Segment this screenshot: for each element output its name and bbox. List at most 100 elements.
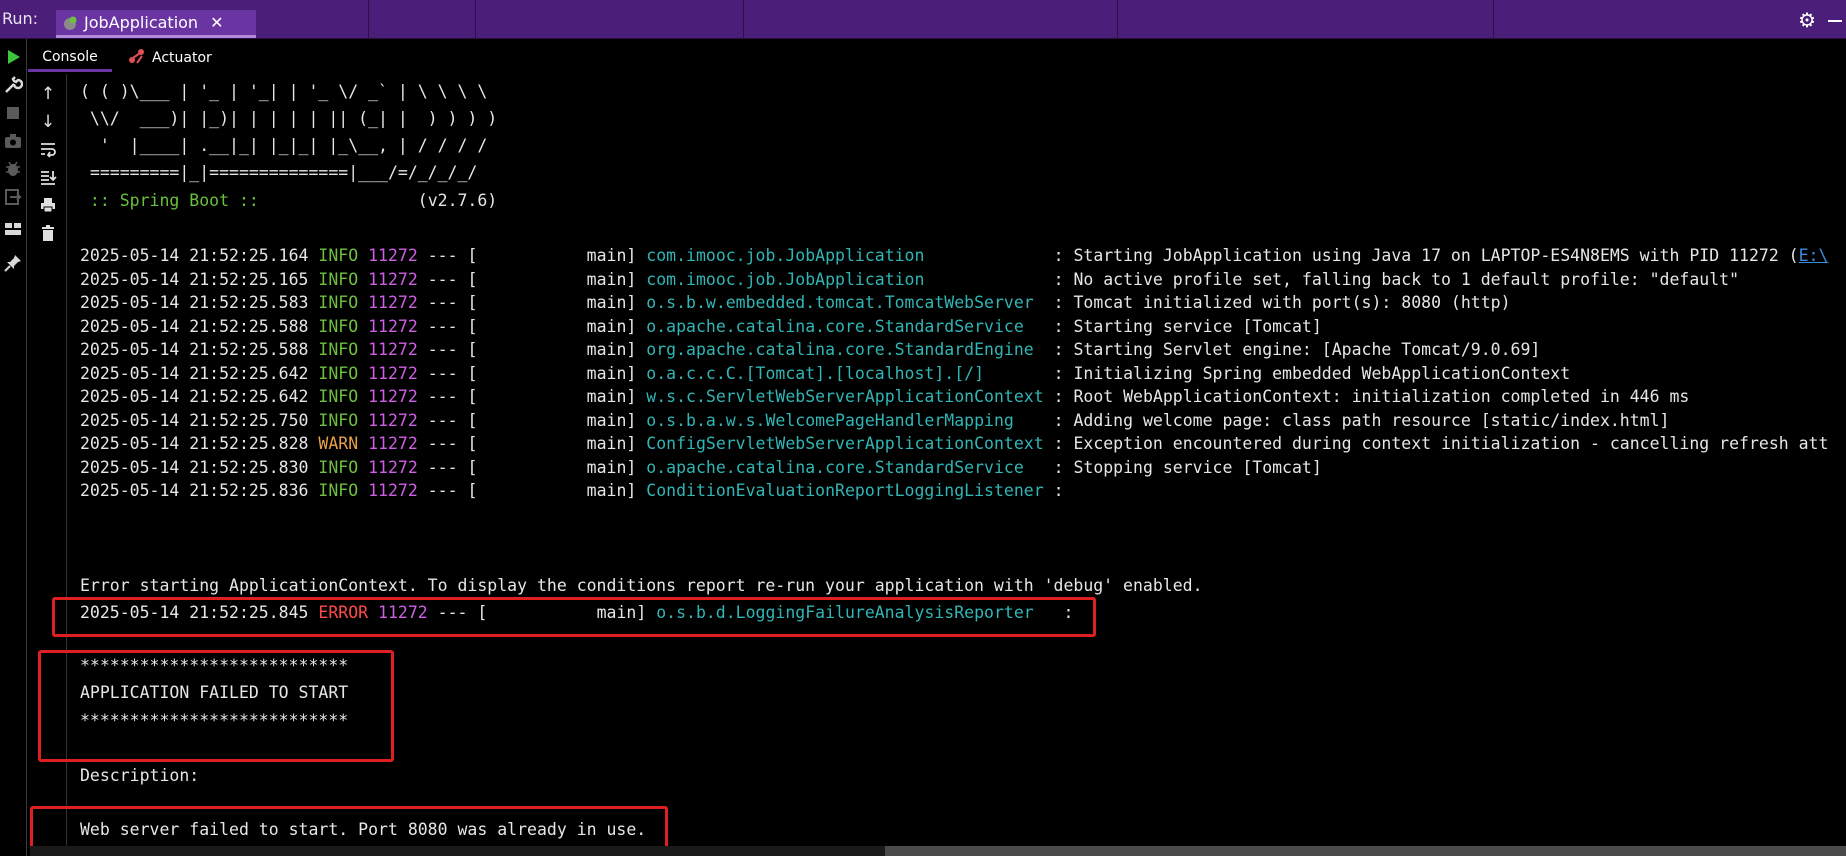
log-thread: --- [ main] bbox=[427, 293, 637, 312]
log-message: : No active profile set, falling back to… bbox=[1053, 269, 1740, 289]
log-timestamp: 2025-05-14 21:52:25.588 bbox=[80, 340, 309, 359]
run-config-tab[interactable]: JobApplication ✕ bbox=[56, 10, 256, 38]
pin-icon[interactable] bbox=[3, 253, 23, 273]
spring-app-icon bbox=[62, 15, 78, 31]
spring-boot-label: :: Spring Boot :: bbox=[80, 191, 259, 210]
log-timestamp: 2025-05-14 21:52:25.642 bbox=[80, 363, 309, 383]
log-logger: org.apache.catalina.core.StandardEngine bbox=[646, 340, 1044, 359]
log-pid: 11272 bbox=[368, 434, 418, 453]
run-config-title: JobApplication bbox=[84, 13, 199, 32]
scroll-to-end-icon[interactable] bbox=[38, 168, 58, 188]
gear-icon[interactable]: ⚙ bbox=[1798, 8, 1816, 32]
log-logger: w.s.c.ServletWebServerApplicationContext bbox=[646, 387, 1044, 406]
log-timestamp: 2025-05-14 21:52:25.828 bbox=[80, 434, 309, 453]
tab-actuator-label: Actuator bbox=[152, 50, 212, 66]
log-pid: 11272 bbox=[368, 481, 418, 500]
log-timestamp: 2025-05-14 21:52:25.830 bbox=[80, 457, 309, 477]
minimize-icon[interactable] bbox=[1828, 20, 1842, 22]
log-level: WARN bbox=[318, 434, 359, 453]
log-pid: 11272 bbox=[368, 293, 418, 312]
actuator-icon bbox=[128, 47, 146, 69]
arrow-up-icon[interactable]: ↑ bbox=[38, 84, 58, 104]
log-message: : Starting JobApplication using Java 17 … bbox=[1053, 246, 1799, 265]
print-icon[interactable] bbox=[38, 196, 58, 216]
banner-line: ' |____| .__|_| |_|_| |_\__, | / / / / bbox=[80, 136, 488, 155]
header-divider bbox=[475, 0, 476, 38]
log-logger: o.apache.catalina.core.StandardService bbox=[646, 457, 1044, 477]
log-pid: 11272 bbox=[368, 363, 418, 383]
wrench-icon[interactable] bbox=[3, 75, 24, 95]
log-message: : Root WebApplicationContext: initializa… bbox=[1053, 387, 1690, 406]
debug-icon[interactable] bbox=[3, 159, 23, 179]
camera-icon[interactable] bbox=[3, 131, 23, 151]
log-logger: ConfigServletWebServerApplicationContext bbox=[646, 434, 1044, 453]
log-logger: o.apache.catalina.core.StandardService bbox=[646, 316, 1044, 336]
exit-icon[interactable] bbox=[3, 187, 23, 207]
trash-icon[interactable] bbox=[38, 224, 58, 244]
log-level: INFO bbox=[318, 457, 359, 477]
log-thread: --- [ main] bbox=[427, 269, 637, 289]
description-label: Description: bbox=[80, 766, 200, 785]
horizontal-scrollbar-track[interactable] bbox=[30, 846, 885, 856]
close-icon[interactable]: ✕ bbox=[210, 13, 223, 32]
highlight-error-line bbox=[52, 597, 1096, 637]
tab-console[interactable]: Console bbox=[28, 44, 112, 72]
log-thread: --- [ main] bbox=[427, 340, 637, 359]
log-thread: --- [ main] bbox=[427, 246, 637, 265]
horizontal-scrollbar-thumb[interactable] bbox=[885, 846, 1846, 856]
header-divider bbox=[368, 0, 369, 38]
run-left-toolbar bbox=[0, 39, 27, 856]
log-pid: 11272 bbox=[368, 457, 418, 477]
log-logger: o.a.c.c.C.[Tomcat].[localhost].[/] bbox=[646, 363, 1044, 383]
console-tabs: Console Actuator bbox=[28, 44, 1846, 72]
log-level: INFO bbox=[318, 481, 359, 500]
log-message: : Adding welcome page: class path resour… bbox=[1053, 410, 1670, 430]
log-message: : Exception encountered during context i… bbox=[1053, 434, 1829, 453]
log-pid: 11272 bbox=[368, 340, 418, 359]
header-divider bbox=[1493, 0, 1494, 38]
log-logger: com.imooc.job.JobApplication bbox=[646, 269, 1044, 289]
tab-actuator[interactable]: Actuator bbox=[128, 44, 212, 72]
log-message: : bbox=[1053, 481, 1064, 500]
log-pid: 11272 bbox=[368, 246, 418, 265]
log-message: : Starting Servlet engine: [Apache Tomca… bbox=[1053, 340, 1541, 359]
banner-line: ( ( )\___ | '_ | '_| | '_ \/ _` | \ \ \ … bbox=[80, 82, 488, 101]
log-timestamp: 2025-05-14 21:52:25.750 bbox=[80, 410, 309, 430]
highlight-description bbox=[30, 806, 668, 850]
log-thread: --- [ main] bbox=[427, 434, 637, 453]
log-level: INFO bbox=[318, 340, 359, 359]
log-level: INFO bbox=[318, 387, 359, 406]
log-logger: o.s.b.a.w.s.WelcomePageHandlerMapping bbox=[646, 410, 1044, 430]
log-level: INFO bbox=[318, 269, 359, 289]
arrow-down-icon[interactable]: ↓ bbox=[38, 112, 58, 132]
log-thread: --- [ main] bbox=[427, 387, 637, 406]
run-icon[interactable] bbox=[3, 47, 23, 67]
spring-boot-version-line: :: Spring Boot :: (v2.7.6) bbox=[80, 187, 497, 214]
spring-boot-version: (v2.7.6) bbox=[417, 191, 498, 210]
log-message: : Initializing Spring embedded WebApplic… bbox=[1053, 363, 1571, 383]
log-pid: 11272 bbox=[368, 410, 418, 430]
header-divider bbox=[1117, 0, 1118, 38]
banner-line: \\/ ___)| |_)| | | | | || (_| | ) ) ) ) bbox=[80, 109, 498, 128]
log-level: INFO bbox=[318, 316, 359, 336]
banner-line: =========|_|==============|___/=/_/_/_/ bbox=[80, 163, 478, 182]
stop-icon[interactable] bbox=[3, 103, 23, 123]
log-thread: --- [ main] bbox=[427, 316, 637, 336]
run-toolwindow-header: Run: JobApplication ✕ ⚙ bbox=[0, 0, 1846, 39]
log-thread: --- [ main] bbox=[427, 410, 637, 430]
layout-icon[interactable] bbox=[3, 219, 23, 239]
run-label: Run: bbox=[2, 9, 39, 28]
log-timestamp: 2025-05-14 21:52:25.165 bbox=[80, 269, 309, 289]
log-timestamp: 2025-05-14 21:52:25.642 bbox=[80, 387, 309, 406]
soft-wrap-icon[interactable] bbox=[38, 140, 58, 160]
log-thread: --- [ main] bbox=[427, 363, 637, 383]
log-timestamp: 2025-05-14 21:52:25.836 bbox=[80, 481, 309, 500]
log-pid: 11272 bbox=[368, 316, 418, 336]
log-message: : Tomcat initialized with port(s): 8080 … bbox=[1053, 293, 1511, 312]
log-line: 2025-05-14 21:52:25.836 INFO 11272 --- [… bbox=[80, 477, 1064, 504]
log-logger: o.s.b.w.embedded.tomcat.TomcatWebServer bbox=[646, 293, 1044, 312]
file-path-link[interactable]: E:\ bbox=[1799, 246, 1829, 265]
log-level: INFO bbox=[318, 246, 359, 265]
log-timestamp: 2025-05-14 21:52:25.164 bbox=[80, 246, 309, 265]
header-divider bbox=[743, 0, 744, 38]
